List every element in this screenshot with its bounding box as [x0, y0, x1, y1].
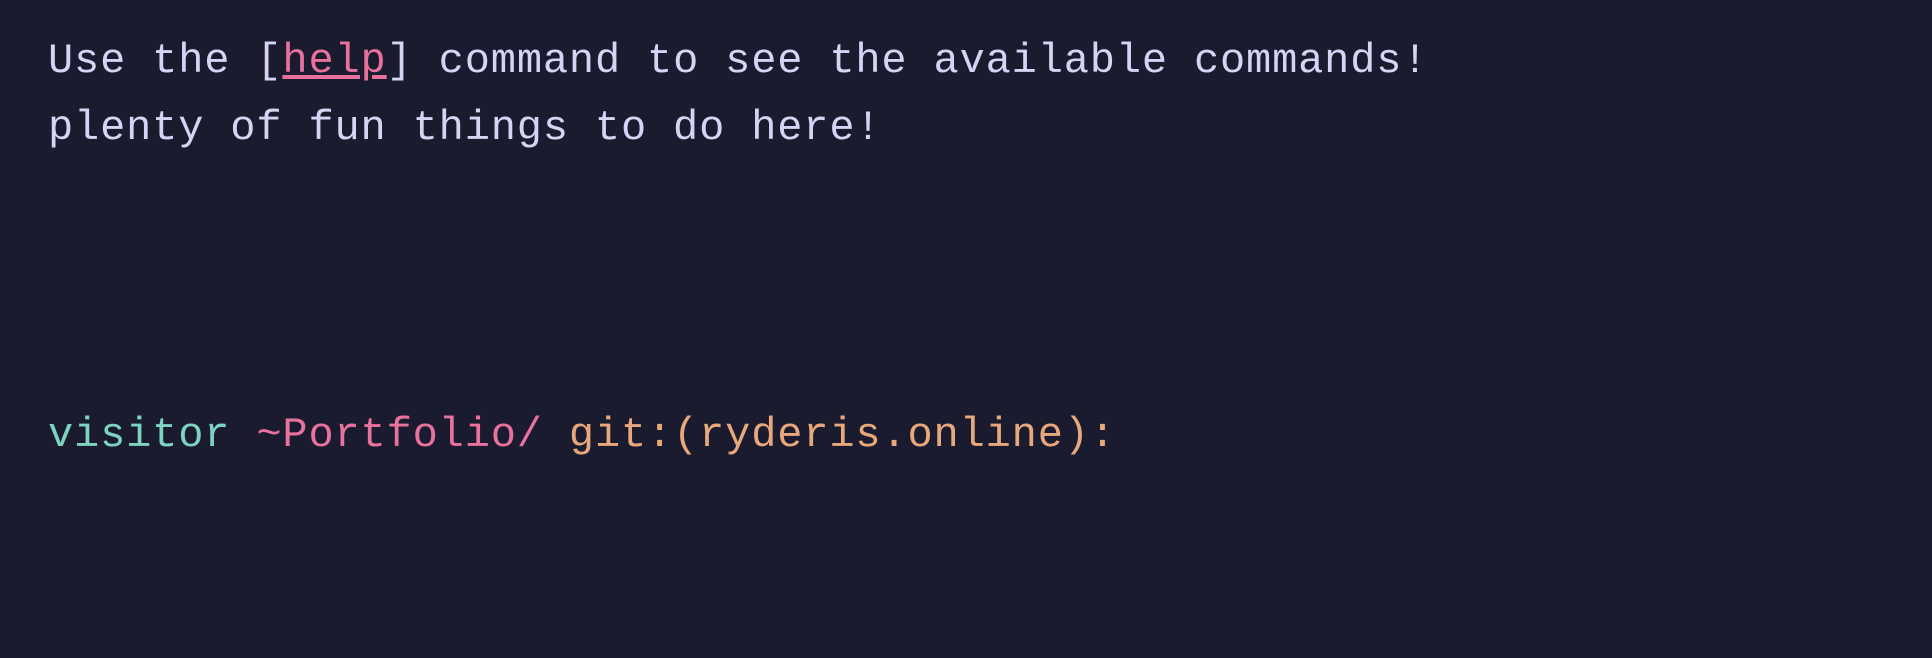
prompt-git-paren-open: (: [673, 411, 699, 459]
bracket-open: [: [256, 37, 282, 85]
intro-message: Use the [help] command to see the availa…: [48, 28, 1884, 162]
message-text: command to see the available commands!: [413, 37, 1429, 85]
command-input[interactable]: [1154, 411, 1554, 459]
bracket-close: ]: [387, 37, 413, 85]
prompt-git-paren-close: ): [1064, 411, 1090, 459]
help-link[interactable]: help: [282, 37, 386, 85]
prompt-path: ~Portfolio/: [256, 411, 543, 459]
prompt-git-branch: ryderis.online: [699, 411, 1064, 459]
message-line-2: plenty of fun things to do here!: [48, 95, 1884, 162]
terminal-prompt: visitor ~Portfolio/ git:(ryderis.online)…: [48, 402, 1884, 469]
message-line-1: Use the [help] command to see the availa…: [48, 28, 1884, 95]
message-text: plenty of fun things to do here!: [48, 104, 881, 152]
message-text: Use the: [48, 37, 256, 85]
prompt-colon: :: [1090, 411, 1116, 459]
prompt-user: visitor: [48, 411, 230, 459]
prompt-git-label: git:: [569, 411, 673, 459]
